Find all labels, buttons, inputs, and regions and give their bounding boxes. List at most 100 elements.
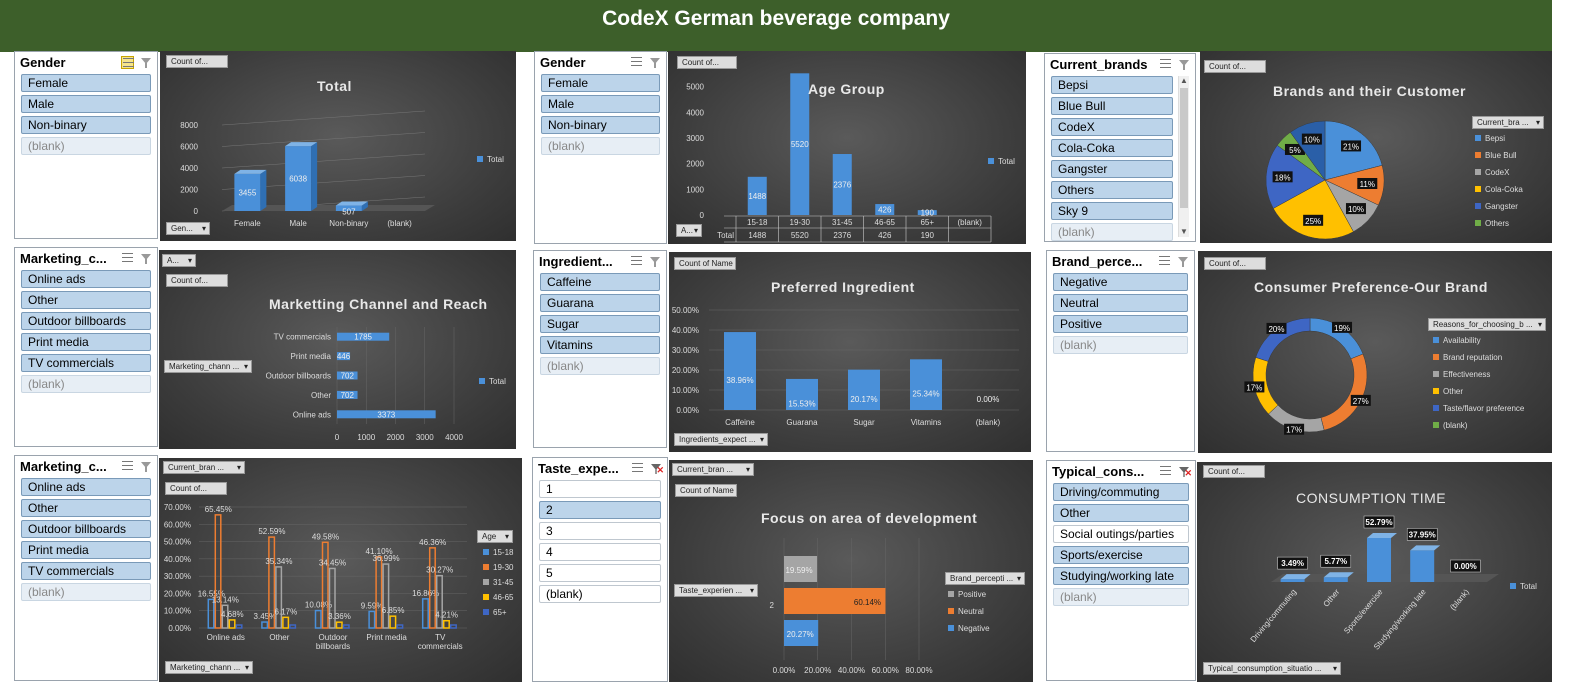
slicer-item[interactable]: 4 xyxy=(539,543,661,561)
slicer-item[interactable]: (blank) xyxy=(21,137,151,155)
slicer-item[interactable]: Negative xyxy=(1053,273,1188,291)
pivot-field-button[interactable]: Count of... xyxy=(1204,257,1266,270)
slicer-item[interactable]: Other xyxy=(21,499,151,517)
pivot-field-button[interactable]: Age xyxy=(477,530,513,543)
pivot-field-button[interactable]: Count of... xyxy=(166,274,228,287)
slicer-item[interactable]: Guarana xyxy=(540,294,660,312)
slicer-item[interactable]: Online ads xyxy=(21,478,151,496)
slicer-item[interactable]: Driving/commuting xyxy=(1053,483,1189,501)
slicer-item[interactable]: Online ads xyxy=(21,270,151,288)
legend-swatch xyxy=(1475,152,1481,158)
pivot-field-button[interactable]: Gen... xyxy=(166,222,210,235)
clear-filter-icon[interactable] xyxy=(140,56,153,69)
slicer-item[interactable]: Blue Bull xyxy=(1051,97,1173,115)
slicer-item[interactable]: Sports/exercise xyxy=(1053,546,1189,564)
pivot-field-button[interactable]: Taste_experien ... xyxy=(674,584,758,597)
slicer-item[interactable]: 3 xyxy=(539,522,661,540)
pivot-field-button[interactable]: Typical_consumption_situatio ... xyxy=(1203,662,1341,675)
slicer-item[interactable]: Sugar xyxy=(540,315,660,333)
pivot-field-button[interactable]: Current_bran ... xyxy=(672,463,754,476)
pivot-field-button[interactable]: Marketing_chann ... xyxy=(165,661,253,674)
slicer-item[interactable]: Other xyxy=(1053,504,1189,522)
slicer-item[interactable]: (blank) xyxy=(21,583,151,601)
slicer-item[interactable]: Social outings/parties xyxy=(1053,525,1189,543)
slicer-item[interactable]: Female xyxy=(541,74,660,92)
scroll-thumb[interactable] xyxy=(1180,88,1188,208)
chart-total: 0 2000 4000 6000 8000 3455 Female 6038 Male 507 No… xyxy=(160,51,516,241)
slicer-item[interactable]: (blank) xyxy=(21,375,151,393)
slicer-item[interactable]: Non-binary xyxy=(21,116,151,134)
slicer-item[interactable]: Male xyxy=(541,95,660,113)
multi-select-icon[interactable] xyxy=(121,460,134,473)
slicer-item[interactable]: 1 xyxy=(539,480,661,498)
scroll-down-icon[interactable]: ▼ xyxy=(1179,227,1189,237)
tick-label: 1000 xyxy=(357,433,375,442)
slicer-item[interactable]: Positive xyxy=(1053,315,1188,333)
pivot-field-button[interactable]: A... xyxy=(162,254,196,267)
slicer-item[interactable]: TV commercials xyxy=(21,354,151,372)
slicer-item[interactable]: Outdoor billboards xyxy=(21,520,151,538)
pivot-field-button[interactable]: Count of... xyxy=(1204,60,1266,73)
slicer-item[interactable]: (blank) xyxy=(1051,223,1173,241)
multi-select-icon[interactable] xyxy=(631,462,644,475)
slicer-item[interactable]: Outdoor billboards xyxy=(21,312,151,330)
slicer-item[interactable]: Sky 9 xyxy=(1051,202,1173,220)
pivot-field-button[interactable]: Ingredients_expect ... xyxy=(674,433,768,446)
slicer-item[interactable]: Vitamins xyxy=(540,336,660,354)
clear-filter-icon[interactable] xyxy=(649,56,662,69)
scroll-up-icon[interactable]: ▲ xyxy=(1179,76,1189,86)
slicer-item[interactable]: Male xyxy=(21,95,151,113)
clear-filter-icon[interactable] xyxy=(140,460,153,473)
pivot-field-button[interactable]: Count of... xyxy=(166,55,228,68)
clear-filter-icon[interactable]: ✕ xyxy=(1178,465,1192,478)
pivot-field-button[interactable]: Reasons_for_choosing_b ... xyxy=(1428,318,1546,331)
multi-select-icon[interactable] xyxy=(121,56,134,69)
slicer-item[interactable]: (blank) xyxy=(539,585,661,603)
slicer-item[interactable]: Neutral xyxy=(1053,294,1188,312)
multi-select-icon[interactable] xyxy=(1159,58,1172,71)
pivot-field-button[interactable]: Count of Name xyxy=(675,484,737,497)
pivot-field-button[interactable]: Count of Name xyxy=(674,257,736,270)
slicer-item[interactable]: (blank) xyxy=(540,357,660,375)
clear-filter-icon[interactable] xyxy=(140,252,153,265)
multi-select-icon[interactable] xyxy=(630,56,643,69)
slicer-item[interactable]: Print media xyxy=(21,541,151,559)
slicer-item[interactable]: Non-binary xyxy=(541,116,660,134)
pivot-field-button[interactable]: Marketing_chann ... xyxy=(164,360,252,373)
slicer-item[interactable]: (blank) xyxy=(1053,336,1188,354)
slicer-item[interactable]: (blank) xyxy=(1053,588,1189,606)
slicer-item[interactable]: 2 xyxy=(539,501,661,519)
slicer-item[interactable]: Gangster xyxy=(1051,160,1173,178)
clear-filter-icon[interactable] xyxy=(1178,58,1191,71)
slicer-item[interactable]: Studying/working late xyxy=(1053,567,1189,585)
multi-select-icon[interactable] xyxy=(630,255,643,268)
slicer-item[interactable]: Other xyxy=(21,291,151,309)
clear-filter-icon[interactable]: ✕ xyxy=(650,462,664,475)
multi-select-icon[interactable] xyxy=(121,252,134,265)
pivot-field-button[interactable]: Current_bran ... xyxy=(163,461,245,474)
pivot-field-button[interactable]: Count of... xyxy=(1203,465,1265,478)
pivot-field-button[interactable]: Brand_percepti ... xyxy=(945,572,1025,585)
slicer-item[interactable]: 5 xyxy=(539,564,661,582)
slicer-items: 1 2 3 4 5 (blank) xyxy=(533,479,667,603)
slicer-scrollbar[interactable]: ▲ ▼ xyxy=(1178,76,1189,237)
slicer-item[interactable]: Cola-Coka xyxy=(1051,139,1173,157)
pivot-field-button[interactable]: Count of... xyxy=(677,56,737,69)
slicer-item[interactable]: Bepsi xyxy=(1051,76,1173,94)
chart-title: Marketting Channel and Reach xyxy=(269,296,488,312)
multi-select-icon[interactable] xyxy=(1158,255,1171,268)
pivot-field-button[interactable]: A... xyxy=(676,224,702,237)
slicer-item[interactable]: Caffeine xyxy=(540,273,660,291)
slicer-item[interactable]: Others xyxy=(1051,181,1173,199)
clear-filter-icon[interactable] xyxy=(1177,255,1190,268)
slicer-item[interactable]: CodeX xyxy=(1051,118,1173,136)
legend-label: Total xyxy=(489,377,506,386)
clear-filter-icon[interactable] xyxy=(649,255,662,268)
pivot-field-button[interactable]: Current_bra ... xyxy=(1472,116,1544,129)
slicer-item[interactable]: (blank) xyxy=(541,137,660,155)
slicer-item[interactable]: Female xyxy=(21,74,151,92)
pivot-field-button[interactable]: Count of... xyxy=(165,482,227,495)
slicer-item[interactable]: TV commercials xyxy=(21,562,151,580)
slicer-item[interactable]: Print media xyxy=(21,333,151,351)
multi-select-icon[interactable] xyxy=(1159,465,1172,478)
